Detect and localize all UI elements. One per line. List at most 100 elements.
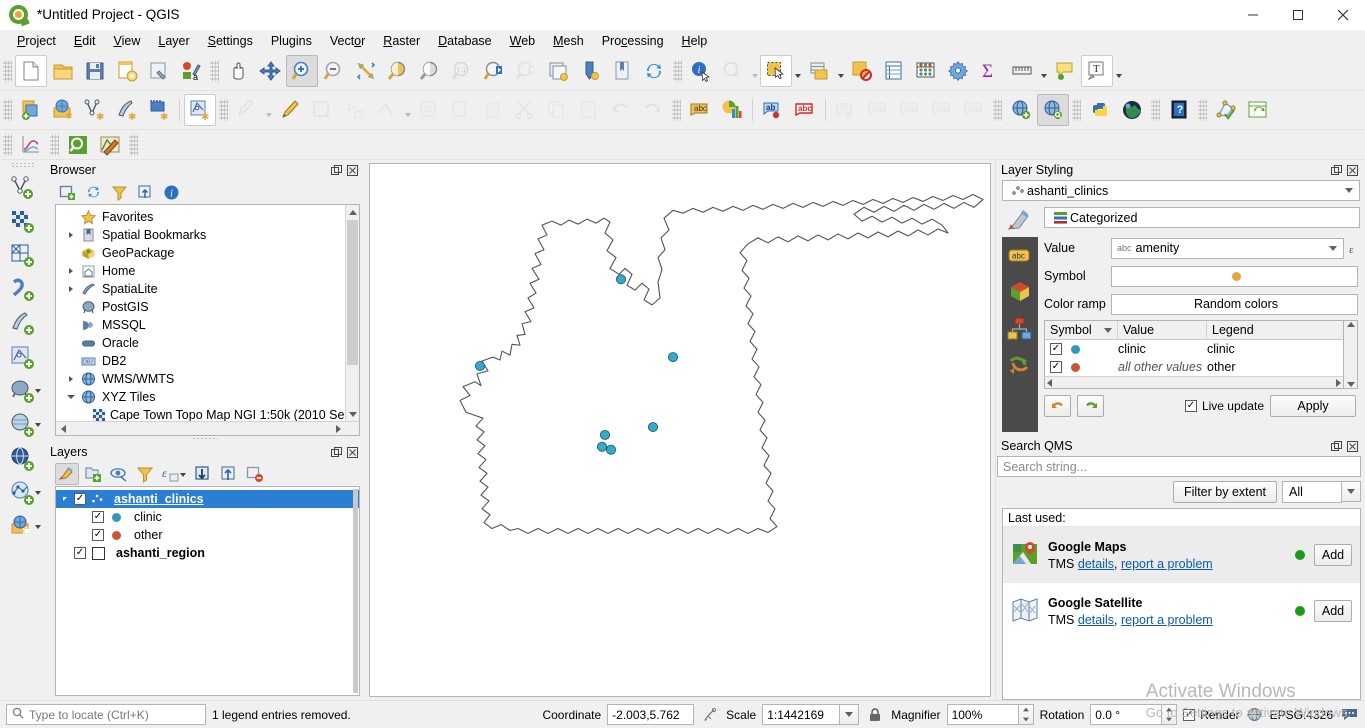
data-source-manager-button[interactable]: a [175,55,207,87]
report-problem-link[interactable]: report a problem [1121,613,1213,627]
category-checkbox[interactable]: ✓ [1050,361,1062,373]
add-vector-layer-rail-button[interactable] [5,341,41,375]
close-icon[interactable] [346,446,359,459]
layer-visibility-checkbox[interactable]: ✓ [74,547,86,559]
menu-project[interactable]: Project [8,32,65,50]
manage-map-themes-icon[interactable] [107,463,131,485]
scroll-right-button[interactable] [331,422,345,435]
layer-labeling-options-button[interactable]: abc [684,94,716,126]
text-annotation-button[interactable]: T [1081,55,1113,87]
refresh-table-button[interactable] [1242,94,1274,126]
topology-checker-button[interactable] [1210,94,1242,126]
chevron-down-icon[interactable] [34,389,41,393]
scroll-down-button[interactable] [346,407,359,421]
browser-item-oracle[interactable]: Oracle [56,334,359,352]
help-contents-button[interactable]: ? [1163,94,1195,126]
colorramp-button[interactable]: Random colors [1111,293,1358,315]
browser-vertical-scrollbar[interactable] [345,205,359,421]
attribute-table-dropdown[interactable] [835,55,846,87]
measure-dropdown[interactable] [1038,55,1049,87]
zoom-in-button[interactable] [286,55,318,87]
report-problem-link[interactable]: report a problem [1121,557,1213,571]
map-canvas[interactable] [369,163,991,697]
browser-item-db2[interactable]: DB2 DB2 [56,352,359,370]
chevron-down-icon[interactable] [34,423,41,427]
layers-scroll-indicator[interactable] [353,489,358,693]
collapse-all-icon[interactable] [133,181,157,203]
refresh-icon[interactable] [81,181,105,203]
mmqgis-button[interactable] [94,129,126,161]
undo-icon[interactable] [1044,395,1071,417]
chevron-down-icon[interactable] [1340,181,1357,200]
browser-item-mssql[interactable]: MSSQL [56,316,359,334]
vertex-tool-dropdown[interactable] [402,94,413,126]
new-project-button[interactable] [15,55,47,87]
scroll-up-button[interactable] [346,205,359,219]
menu-database[interactable]: Database [429,32,501,50]
new-map-view-button[interactable] [542,55,574,87]
add-service-button[interactable]: Add [1314,600,1352,622]
add-spatialite-layer-button[interactable] [5,409,41,443]
float-icon[interactable] [330,164,343,177]
menu-processing[interactable]: Processing [593,32,673,50]
magnifier-value[interactable]: 100% [946,704,1019,725]
add-gpkg-rail-button[interactable]: ✱ [5,511,41,545]
zoom-to-selection-button[interactable] [382,55,414,87]
details-link[interactable]: details [1078,613,1114,627]
select-features-dropdown[interactable] [792,55,803,87]
new-raster-layer-button[interactable] [5,205,41,239]
menu-vector[interactable]: Vector [321,32,374,50]
chevron-down-icon[interactable] [180,473,186,477]
close-button[interactable] [1320,0,1365,30]
browser-item-spatialite[interactable]: SpatiaLite [56,280,359,298]
python-console-button[interactable] [1084,94,1116,126]
browser-tree[interactable]: Favorites Spatial Bookmarks GeoPackage H… [55,204,360,436]
type-filter-dropdown[interactable] [1342,481,1361,502]
sum-button[interactable]: Σ [974,55,1006,87]
styling-vertical-scrollbar[interactable] [1344,320,1358,389]
add-wms-layer-rail-button[interactable] [5,443,41,477]
minimize-button[interactable] [1230,0,1275,30]
current-edits-dropdown[interactable] [263,94,274,126]
add-group-icon[interactable] [81,463,105,485]
expression-filter-icon[interactable]: ε [159,463,186,485]
layer-class-clinic[interactable]: ✓ clinic [56,508,359,526]
open-layer-styling-panel-icon[interactable] [55,463,79,485]
expander[interactable] [56,497,74,501]
render-toggle[interactable]: ✓ Render [1183,708,1240,722]
toolbar-grip[interactable] [993,99,1002,121]
new-vector-layer-button[interactable] [5,171,41,205]
add-wfs-layer-button[interactable] [5,477,41,511]
rotation-value[interactable]: 0.0 ° [1090,704,1163,725]
value-field-combo[interactable]: abc amenity [1111,237,1344,259]
scale-dropdown[interactable] [840,704,860,725]
data-plotly-button[interactable] [15,129,47,161]
toolbar-grip[interactable] [3,60,12,82]
statistical-summary-button[interactable] [878,55,910,87]
toolbar-grip[interactable] [219,99,228,121]
layer-visibility-checkbox[interactable]: ✓ [74,493,86,505]
open-attribute-table-button[interactable] [803,55,835,87]
col-legend[interactable]: Legend [1207,321,1343,339]
add-mesh-layer-button[interactable]: ✱ [143,94,175,126]
browser-item-favorites[interactable]: Favorites [56,208,359,226]
expander[interactable] [64,268,78,274]
new-spatialite-layer-button[interactable] [5,273,41,307]
plugin-manager-button[interactable] [1116,94,1148,126]
diagrams-icon[interactable] [1005,315,1035,345]
map-tips-button[interactable] [1049,55,1081,87]
chevron-down-icon[interactable] [1324,239,1341,258]
pan-to-selection-button[interactable] [254,55,286,87]
categories-table[interactable]: Symbol Value Legend ✓ clinic clinic ✓ al… [1044,320,1344,389]
menu-settings[interactable]: Settings [199,32,262,50]
toolbar-grip[interactable] [10,162,35,169]
categories-horizontal-scrollbar[interactable] [1045,376,1343,388]
zoom-out-button[interactable] [318,55,350,87]
highlight-pinned-labels-button[interactable]: ab [757,94,789,126]
layer-diagram-options-button[interactable] [716,94,748,126]
browser-item-geopackage[interactable]: GeoPackage [56,244,359,262]
toolbar-grip[interactable] [50,133,59,156]
refresh-button[interactable] [638,55,670,87]
style-manager-button[interactable] [143,55,175,87]
browser-item-xyz-tiles[interactable]: XYZ Tiles [56,388,359,406]
